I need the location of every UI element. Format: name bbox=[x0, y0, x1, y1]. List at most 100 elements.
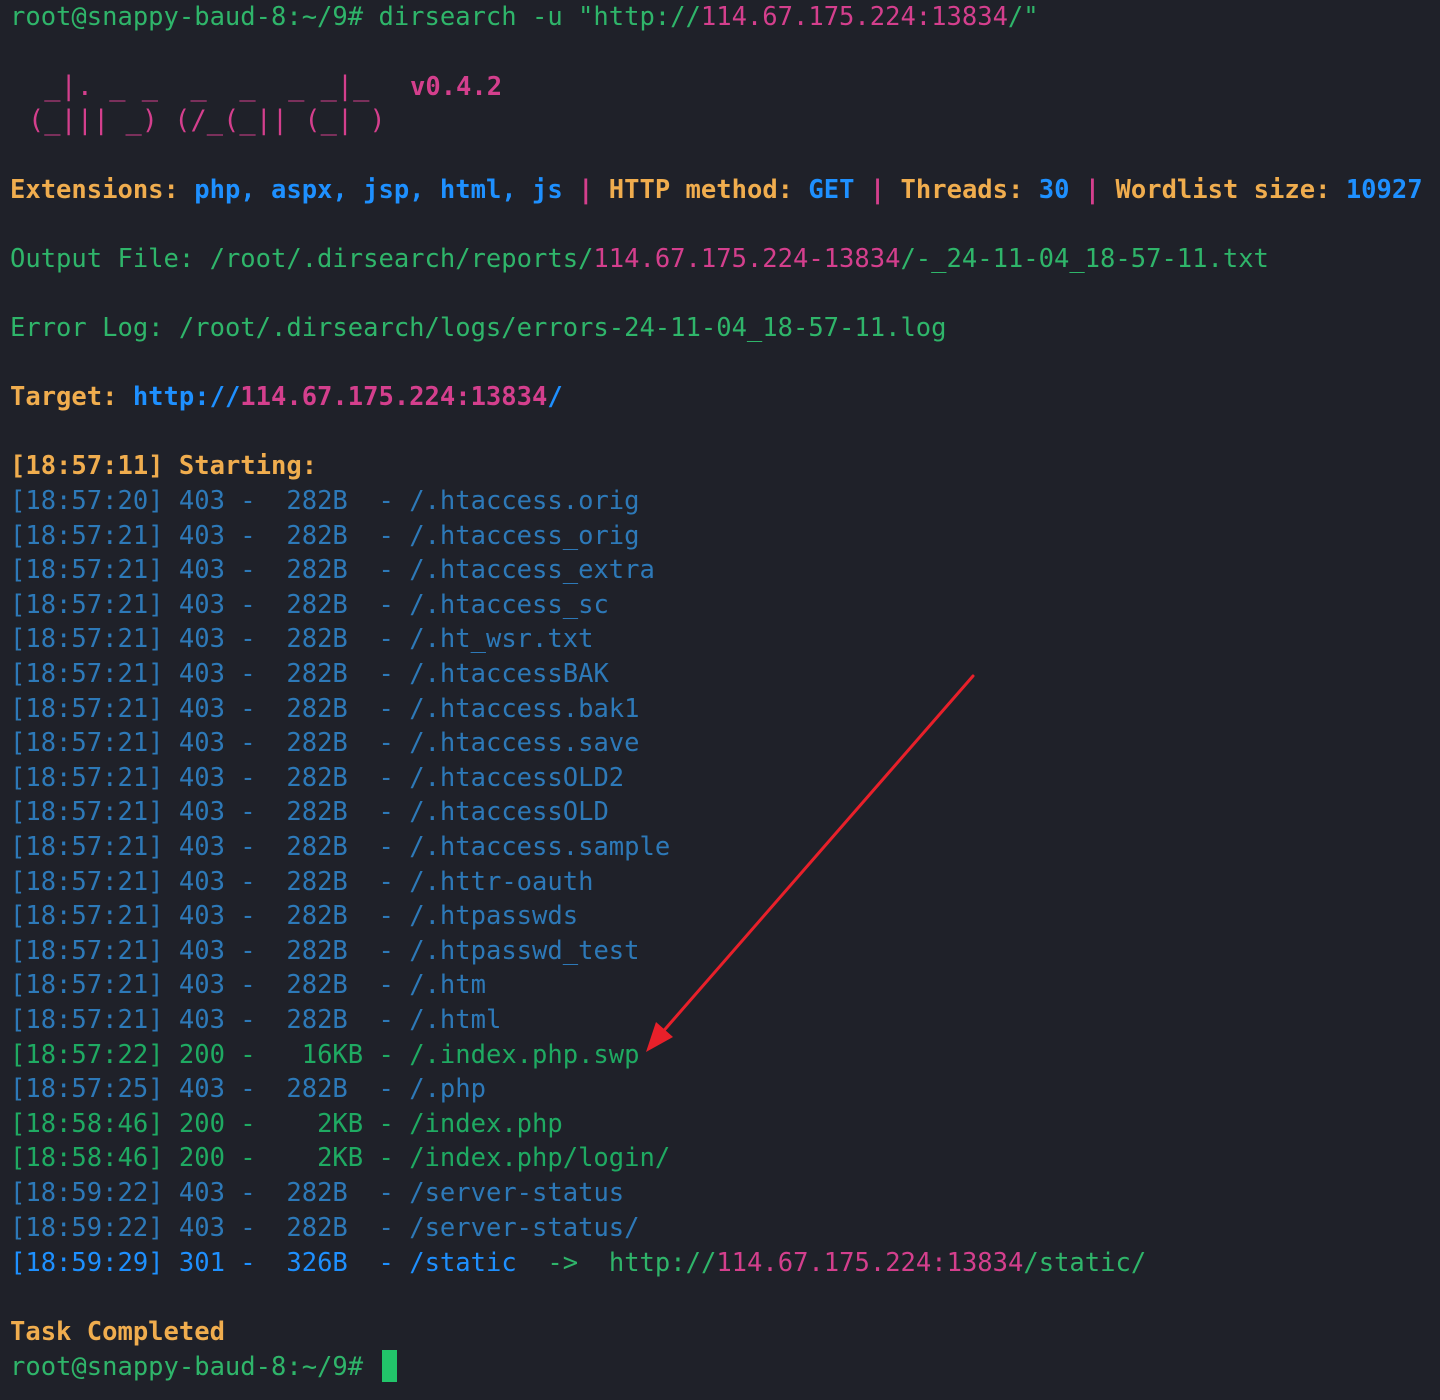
final-prompt: root@snappy-baud-8:~/9# bbox=[10, 1352, 364, 1382]
result-size: 282B bbox=[286, 728, 348, 759]
output-file-name: /-_24-11-04_18-57-11.txt bbox=[900, 244, 1269, 274]
result-status: 403 bbox=[178, 797, 225, 828]
result-status: 200 bbox=[178, 1108, 225, 1139]
error-log-line: Error Log: /root/.dirsearch/logs/errors-… bbox=[10, 311, 947, 345]
result-time: [18:57:25] bbox=[10, 1074, 164, 1105]
result-time: [18:57:21] bbox=[10, 555, 164, 586]
target-slash: / bbox=[547, 382, 563, 412]
result-size: 282B bbox=[286, 1178, 348, 1208]
logo-line-2: (_||| _) (/_(_|| (_| ) bbox=[28, 105, 386, 136]
task-completed: Task Completed bbox=[10, 1317, 225, 1347]
result-time: [18:57:21] bbox=[10, 935, 164, 966]
error-log-path: /root/.dirsearch/logs/errors-24-11-04_18… bbox=[163, 313, 947, 343]
result-status: 403 bbox=[178, 693, 225, 724]
dirsearch-logo: _|. _ _ _ _ _ _|_ (_||| _) (/_(_|| (_| ) bbox=[28, 70, 386, 138]
command-suffix: /" bbox=[1007, 2, 1039, 32]
result-path: /.ht_wsr.txt bbox=[409, 624, 594, 655]
version-label: v0.4.2 bbox=[410, 72, 503, 102]
result-time: [18:57:21] bbox=[10, 624, 164, 655]
result-path: /index.php bbox=[409, 1108, 563, 1139]
wordlist-value: 10927 bbox=[1345, 175, 1423, 205]
redirect-path: /static bbox=[409, 1248, 517, 1278]
result-status: 403 bbox=[178, 935, 225, 966]
result-size: 282B bbox=[286, 589, 348, 620]
logo-line-1: _|. _ _ _ _ _ _|_ bbox=[28, 71, 386, 102]
result-size: 282B bbox=[286, 693, 348, 724]
target-line: Target: http://114.67.175.224:13834/ bbox=[10, 380, 563, 414]
result-time: [18:57:20] bbox=[10, 486, 164, 516]
result-path: /.htaccess.sample bbox=[409, 832, 671, 862]
result-size: 282B bbox=[286, 520, 348, 551]
separator: | bbox=[578, 175, 594, 205]
result-size: 16KB bbox=[301, 1039, 364, 1070]
wordlist-label: Wordlist size: bbox=[1115, 175, 1331, 205]
result-row: [18:57:21] 403 - 282B - /.htaccess_orig bbox=[10, 520, 640, 551]
result-row: [18:57:21] 403 - 282B - /.htaccessOLD2 bbox=[10, 762, 625, 793]
result-path: /.htaccessOLD bbox=[409, 797, 609, 828]
result-size: 282B bbox=[286, 555, 348, 586]
final-prompt-line[interactable]: root@snappy-baud-8:~/9# bbox=[10, 1350, 398, 1384]
result-size: 282B bbox=[286, 1005, 348, 1035]
result-size: 282B bbox=[286, 659, 348, 689]
result-size: 282B bbox=[286, 624, 348, 655]
result-path: /.htm bbox=[409, 970, 486, 1001]
result-path: /.php bbox=[409, 1074, 486, 1105]
result-size: 282B bbox=[286, 762, 348, 793]
separator: | bbox=[1084, 175, 1101, 205]
result-row: [18:57:25] 403 - 282B - /.php bbox=[10, 1074, 486, 1105]
target-label: Target: bbox=[10, 382, 118, 412]
terminal-window[interactable]: root@snappy-baud-8:~/9# dirsearch -u "ht… bbox=[0, 0, 1440, 1400]
result-row: [18:57:21] 403 - 282B - /.htaccess.sampl… bbox=[10, 832, 671, 862]
result-row: [18:57:21] 403 - 282B - /.htaccess.bak1 bbox=[10, 693, 640, 724]
extensions-value: php, aspx, jsp, html, js bbox=[194, 175, 563, 205]
result-time: [18:59:22] bbox=[10, 1178, 164, 1208]
result-status: 403 bbox=[178, 589, 225, 620]
result-time: [18:57:21] bbox=[10, 693, 164, 724]
redirect-row: [18:59:29] 301 - 326B - /static -> http:… bbox=[10, 1248, 1147, 1278]
result-time: [18:57:21] bbox=[10, 797, 164, 828]
threads-label: Threads: bbox=[900, 175, 1024, 205]
result-status: 403 bbox=[178, 866, 225, 897]
result-path: /.htaccess.bak1 bbox=[409, 693, 640, 724]
output-file-host: 114.67.175.224-13834 bbox=[593, 244, 901, 274]
result-status: 403 bbox=[178, 520, 225, 551]
result-time: [18:57:21] bbox=[10, 901, 164, 932]
command-line: root@snappy-baud-8:~/9# dirsearch -u "ht… bbox=[10, 0, 1039, 34]
result-status: 200 bbox=[178, 1143, 225, 1174]
result-time: [18:57:21] bbox=[10, 659, 164, 689]
redirect-time: [18:59:29] bbox=[10, 1248, 164, 1278]
result-path: /.htaccess_extra bbox=[409, 555, 655, 586]
result-size: 282B bbox=[286, 935, 348, 966]
result-status: 403 bbox=[178, 1005, 225, 1035]
separator: | bbox=[869, 175, 886, 205]
result-row: [18:57:21] 403 - 282B - /.htpasswd_test bbox=[10, 935, 640, 966]
redirect-arrow: -> bbox=[547, 1248, 579, 1278]
result-time: [18:59:22] bbox=[10, 1212, 164, 1243]
result-row: [18:57:21] 403 - 282B - /.ht_wsr.txt bbox=[10, 624, 594, 655]
method-value: GET bbox=[808, 175, 855, 205]
result-path: /.htaccessOLD2 bbox=[409, 762, 625, 793]
result-row: [18:57:21] 403 - 282B - /.htaccess_extra bbox=[10, 555, 655, 586]
result-row: [18:57:21] 403 - 282B - /.htpasswds bbox=[10, 901, 579, 932]
result-row: [18:57:22] 200 - 16KB - /.index.php.swp bbox=[10, 1039, 640, 1070]
result-path: /.htpasswds bbox=[409, 901, 579, 932]
result-time: [18:57:21] bbox=[10, 832, 164, 862]
result-status: 403 bbox=[178, 762, 225, 793]
result-size: 282B bbox=[286, 901, 348, 932]
redirect-size: 326B bbox=[286, 1248, 348, 1278]
result-size: 282B bbox=[286, 486, 348, 516]
result-path: /.htpasswd_test bbox=[409, 935, 640, 966]
result-size: 2KB bbox=[317, 1143, 364, 1174]
result-row: [18:57:21] 403 - 282B - /.html bbox=[10, 1005, 502, 1035]
result-row: [18:57:21] 403 - 282B - /.htaccessBAK bbox=[10, 659, 609, 689]
threads-value: 30 bbox=[1038, 175, 1070, 205]
result-row: [18:59:22] 403 - 282B - /server-status/ bbox=[10, 1212, 640, 1243]
result-size: 282B bbox=[286, 1212, 348, 1243]
target-scheme: http:// bbox=[132, 382, 241, 412]
result-path: /.htaccessBAK bbox=[409, 659, 609, 689]
result-row: [18:57:21] 403 - 282B - /.htm bbox=[10, 970, 486, 1001]
result-time: [18:57:22] bbox=[10, 1039, 164, 1070]
result-path: /.htaccess_orig bbox=[409, 520, 640, 551]
result-time: [18:57:21] bbox=[10, 970, 164, 1001]
result-path: /.index.php.swp bbox=[409, 1039, 640, 1070]
